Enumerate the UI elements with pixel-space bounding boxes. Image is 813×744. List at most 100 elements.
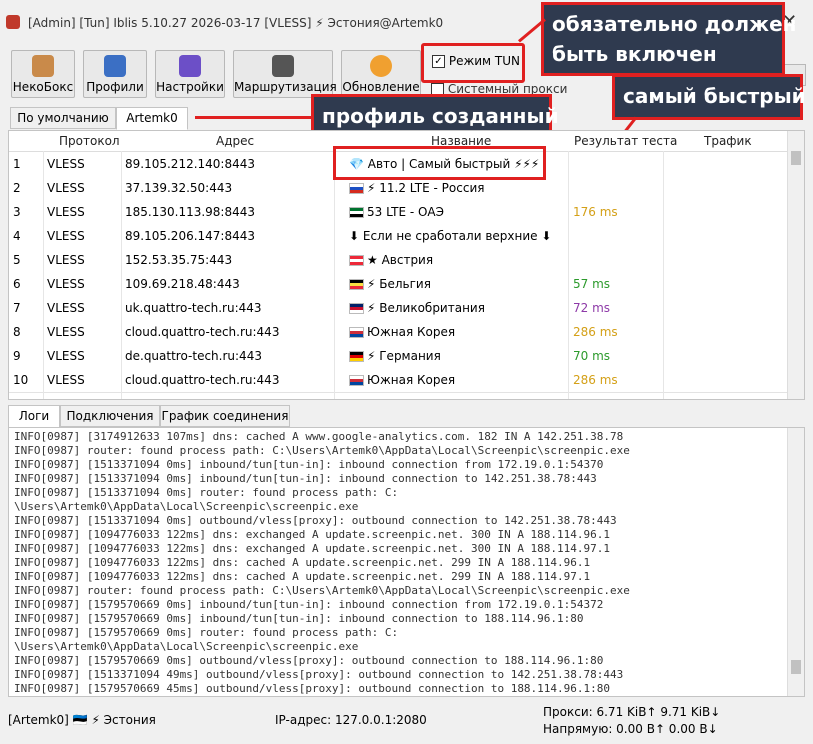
log-line: INFO[0987] [1579570669 0ms] inbound/tun[…: [14, 598, 604, 611]
column-divider: [43, 151, 44, 399]
scroll-thumb[interactable]: [791, 151, 801, 165]
log-line: INFO[0987] router: found process path: C…: [14, 584, 630, 597]
row-protocol: VLESS: [47, 157, 85, 171]
routing-button-label: Маршрутизация: [234, 80, 337, 94]
fastest-annotation: самый быстрый: [612, 74, 806, 120]
update-icon: [370, 55, 392, 77]
column-divider: [663, 151, 664, 399]
tab-default[interactable]: По умолчанию: [10, 107, 116, 129]
row-address: 109.69.218.48:443: [125, 277, 240, 291]
row-address: 89.105.212.140:8443: [125, 157, 256, 171]
tun-annotation: обязательно должен быть включен: [541, 2, 796, 76]
nekobox-button[interactable]: НекоБокс: [11, 50, 75, 98]
log-line: INFO[0987] [1579570669 0ms] inbound/tun[…: [14, 612, 584, 625]
status-profile: [Artemk0] 🇪🇪 ⚡ Эстония: [8, 713, 156, 727]
log-panel[interactable]: INFO[0987] [3174912633 107ms] dns: cache…: [8, 427, 805, 697]
log-line: \Users\Artemk0\AppData\Local\Screenpic\s…: [14, 500, 359, 513]
row-name: ★ Австрия: [367, 253, 434, 267]
row-name: ⚡ 11.2 LTE - Россия: [367, 181, 485, 195]
log-scroll-thumb[interactable]: [791, 660, 801, 674]
table-row[interactable]: 5 VLESS 152.53.35.75:443 ★ Австрия: [9, 248, 787, 273]
table-row[interactable]: 9 VLESS de.quattro-tech.ru:443 ⚡ Германия 70…: [9, 344, 787, 369]
column-divider: [568, 151, 569, 399]
nekobox-button-label: НекоБокс: [12, 80, 74, 94]
table-row[interactable]: 10 VLESS cloud.quattro-tech.ru:443 Южная Ко…: [9, 368, 787, 393]
table-row[interactable]: 7 VLESS uk.quattro-tech.ru:443 ⚡ Великобрит…: [9, 296, 787, 321]
header-test-result[interactable]: Результат теста: [574, 134, 677, 148]
row-name: ⚡ Бельгия: [367, 277, 431, 291]
routing-button[interactable]: Маршрутизация: [233, 50, 337, 98]
log-line: INFO[0987] [1094776033 122ms] dns: excha…: [14, 542, 611, 555]
arrow-to-profile: [195, 116, 313, 119]
tun-annotation-line2: быть включен: [552, 42, 717, 66]
log-line: INFO[0987] [1513371094 0ms] inbound/tun[…: [14, 472, 597, 485]
row-protocol: VLESS: [47, 181, 85, 195]
at-flag-icon: [349, 255, 364, 266]
status-bar: [Artemk0] 🇪🇪 ⚡ Эстония IP-адрес: 127.0.0…: [0, 700, 813, 744]
row-name: Южная Корея: [367, 373, 456, 387]
row-number: 10: [13, 373, 29, 387]
de-flag-icon: [349, 351, 364, 362]
row-number: 5: [13, 253, 21, 267]
log-line: INFO[0987] [1579570669 0ms] router: foun…: [14, 626, 399, 639]
log-line: INFO[0987] router: found process path: C…: [14, 444, 630, 457]
row-name: 53 LTE - ОАЭ: [367, 205, 445, 219]
status-direct-traffic: Напрямую: 0.00 B↑ 0.00 B↓: [543, 722, 718, 736]
row-protocol: VLESS: [47, 373, 85, 387]
tab-artemk0[interactable]: Artemk0: [116, 107, 188, 130]
header-traffic[interactable]: Трафик: [704, 134, 752, 148]
app-icon: [6, 15, 20, 29]
row-number: 8: [13, 325, 21, 339]
tun-mode-checkbox[interactable]: ✓ Режим TUN: [432, 54, 520, 68]
row-number: 7: [13, 301, 21, 315]
row-address: 37.139.32.50:443: [125, 181, 233, 195]
tun-mode-highlight: ✓ Режим TUN: [421, 43, 525, 83]
table-row[interactable]: 4 VLESS 89.105.206.147:8443 ⬇ Если не срабо…: [9, 224, 787, 249]
row-protocol: VLESS: [47, 205, 85, 219]
window-title: [Admin] [Tun] Iblis 5.10.27 2026-03-17 […: [28, 16, 444, 30]
tun-mode-label: Режим TUN: [448, 54, 521, 68]
table-row[interactable]: 6 VLESS 109.69.218.48:443 ⚡ Бельгия 57 ms: [9, 272, 787, 297]
tab-logs[interactable]: Логи: [8, 405, 60, 428]
header-address[interactable]: Адрес: [216, 134, 254, 148]
table-row[interactable]: 3 VLESS 185.130.113.98:8443 53 LTE - ОАЭ 176…: [9, 200, 787, 225]
status-ip: IP-адрес: 127.0.0.1:2080: [275, 713, 427, 727]
row-number: 2: [13, 181, 21, 195]
be-flag-icon: [349, 279, 364, 290]
profiles-icon: [104, 55, 126, 77]
log-scrollbar[interactable]: [787, 428, 804, 696]
table-row[interactable]: 8 VLESS cloud.quattro-tech.ru:443 Южная Кор…: [9, 320, 787, 345]
row-name: ⬇ Если не сработали верхние ⬇: [349, 229, 552, 243]
row-address: 89.105.206.147:8443: [125, 229, 256, 243]
profiles-button[interactable]: Профили: [83, 50, 147, 98]
column-divider: [121, 151, 122, 399]
row-test-result: 286 ms: [573, 373, 618, 387]
row-protocol: VLESS: [47, 253, 85, 267]
log-line: INFO[0987] [1094776033 122ms] dns: excha…: [14, 528, 611, 541]
tab-connection-graph[interactable]: График соединения: [160, 405, 290, 427]
status-proxy-traffic: Прокси: 6.71 KiB↑ 9.71 KiB↓: [543, 705, 721, 719]
table-scrollbar[interactable]: [787, 131, 804, 399]
box-icon: [32, 55, 54, 77]
tab-connections[interactable]: Подключения: [60, 405, 160, 427]
profiles-button-label: Профили: [86, 80, 144, 94]
routing-icon: [272, 55, 294, 77]
column-divider: [334, 151, 335, 399]
update-button[interactable]: Обновление: [341, 50, 421, 98]
update-button-label: Обновление: [342, 80, 420, 94]
log-line: INFO[0987] [1094776033 122ms] dns: cache…: [14, 570, 591, 583]
header-protocol[interactable]: Протокол: [59, 134, 120, 148]
row-test-result: 72 ms: [573, 301, 611, 315]
settings-button[interactable]: Настройки: [155, 50, 225, 98]
log-line: INFO[0987] [1513371094 0ms] router: foun…: [14, 486, 399, 499]
ae-flag-icon: [349, 207, 364, 218]
row-number: 6: [13, 277, 21, 291]
row-address: cloud.quattro-tech.ru:443: [125, 373, 280, 387]
log-line: INFO[0987] [1513371094 0ms] outbound/vle…: [14, 514, 617, 527]
check-icon: ✓: [432, 55, 445, 68]
row-protocol: VLESS: [47, 277, 85, 291]
log-line: INFO[0987] [1094776033 122ms] dns: cache…: [14, 556, 591, 569]
row-address: de.quattro-tech.ru:443: [125, 349, 262, 363]
row-address: 185.130.113.98:8443: [125, 205, 256, 219]
fastest-highlight: [333, 146, 546, 180]
